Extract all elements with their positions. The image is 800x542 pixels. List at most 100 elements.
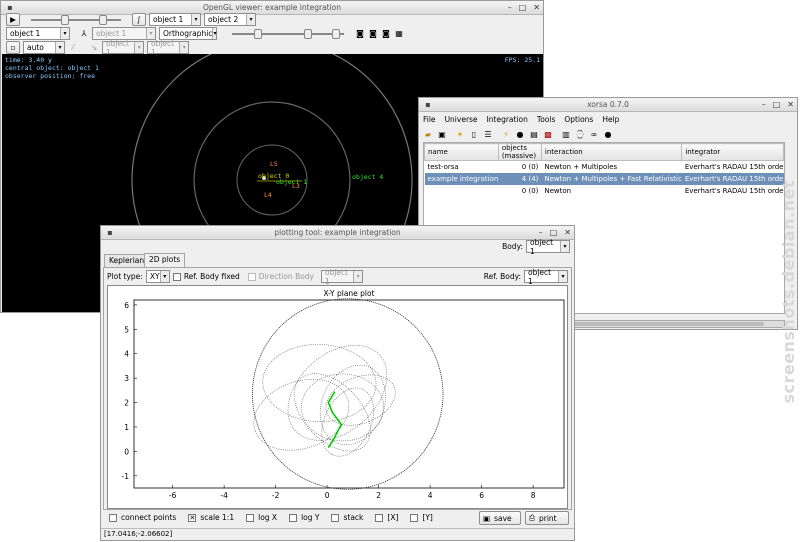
orbit-trace — [321, 387, 374, 457]
ref-body-select[interactable]: object 1 ▾ — [524, 268, 568, 286]
col-name[interactable]: name — [424, 143, 499, 161]
save-button[interactable]: ▣ save — [479, 511, 521, 525]
view-toggle-button[interactable]: ▫ — [6, 41, 20, 54]
table-row[interactable]: test-orsa 0 (0) Newton + Multipoles Ever… — [425, 161, 784, 173]
overlay-fps: FPS: 25.1 — [504, 56, 540, 64]
xorsa-titlebar[interactable]: ▪ xorsa 0.7.0 – □ ✕ — [419, 98, 797, 112]
col-integrator[interactable]: integrator — [681, 143, 784, 161]
connect-points-checkbox[interactable] — [109, 513, 117, 522]
plot-frame — [133, 299, 565, 489]
delete-icon[interactable]: ▩ — [543, 129, 553, 139]
cell-objects: 0 (0) — [521, 162, 539, 171]
time-slider[interactable] — [31, 14, 121, 25]
tab-keplerian[interactable]: Keplerian — [104, 254, 150, 267]
plot-titlebar[interactable]: ▪ plotting tool: example integration – □… — [101, 226, 574, 240]
plot-type-label: Plot type: — [107, 272, 143, 281]
plot-type-select[interactable]: XY ▾ — [145, 270, 170, 283]
bomb-icon[interactable]: ● — [603, 129, 613, 139]
log-y-checkbox[interactable] — [289, 513, 298, 522]
scale-label: scale 1:1 — [200, 513, 235, 522]
opengl-icon[interactable]: ⌚ — [575, 129, 585, 139]
table-row-selected[interactable]: example integration 4 (4) Newton + Multi… — [424, 172, 784, 185]
y-bracket-checkbox[interactable] — [410, 513, 419, 522]
camera-icon-2[interactable]: ◙ — [368, 29, 378, 39]
minimize-icon[interactable]: – — [762, 98, 766, 112]
close-icon[interactable]: ✕ — [564, 226, 571, 240]
log-x-checkbox[interactable] — [246, 513, 255, 522]
camera-icon-1[interactable]: ◙ — [355, 29, 365, 39]
xorsa-title: xorsa 0.7.0 — [587, 100, 629, 109]
orbit-trace — [325, 374, 396, 426]
y-tick-label: 0 — [124, 447, 129, 456]
orbit-toggle-button[interactable]: ∫ — [132, 13, 146, 26]
integrate-icon[interactable]: ⚡ — [501, 129, 511, 139]
x-bracket-checkbox[interactable] — [375, 513, 384, 522]
menu-options[interactable]: Options — [564, 115, 593, 124]
body-select[interactable]: object 1 ▾ — [526, 238, 570, 256]
auto-select[interactable]: auto ▾ — [23, 41, 65, 54]
tab-2d-plots[interactable]: 2D plots — [144, 253, 186, 267]
cursor-coordinates: [17.0416;-2.06602] — [104, 530, 173, 538]
menu-universe[interactable]: Universe — [445, 115, 478, 124]
stack-checkbox[interactable] — [331, 513, 340, 522]
window-menu-icon[interactable]: ▪ — [5, 3, 15, 13]
menu-tools[interactable]: Tools — [537, 115, 555, 124]
play-button[interactable]: ▶ — [6, 13, 20, 26]
ref-body-fixed-checkbox[interactable] — [172, 272, 181, 281]
window-menu-icon[interactable]: ▪ — [105, 228, 115, 238]
open-icon[interactable]: ▰ — [423, 129, 433, 139]
edit-icon[interactable]: ▤ — [529, 129, 539, 139]
document-icon[interactable]: ▯ — [469, 129, 479, 139]
camera-icon-3[interactable]: ◙ — [381, 29, 391, 39]
table-row[interactable]: 0 (0) Newton Everhart's RADAU 15th orde — [425, 185, 784, 197]
x-tick-label: 6 — [479, 491, 484, 500]
film-icon[interactable]: ▦ — [394, 29, 404, 39]
window-menu-icon[interactable]: ▪ — [423, 100, 433, 110]
connect-points-label: connect points — [121, 513, 177, 522]
center-object-select[interactable]: object 1 ▾ — [6, 27, 70, 40]
print-icon: ⎙ — [529, 513, 535, 522]
vector-icon: ↘ — [90, 43, 98, 52]
scale-checkbox[interactable]: ✕ — [188, 513, 197, 522]
object-b-select[interactable]: object 2 ▾ — [204, 13, 256, 26]
overlay-central: central object: object 1 — [5, 64, 99, 72]
scrollbar-thumb[interactable] — [574, 322, 764, 326]
x-tick-label: -4 — [220, 491, 228, 500]
object-a-select[interactable]: object 1 ▾ — [149, 13, 201, 26]
close-icon[interactable]: ✕ — [787, 98, 794, 112]
cell-objects: 0 (0) — [521, 186, 539, 195]
y-bracket-label: [Y] — [422, 513, 433, 522]
scene-label-l4: L4 — [264, 191, 272, 199]
print-button[interactable]: ⎙ print — [525, 511, 569, 525]
y-tick-label: 1 — [124, 423, 129, 432]
menu-help[interactable]: Help — [602, 115, 619, 124]
ref-body-fixed-label: Ref. Body fixed — [183, 272, 240, 281]
plot-area[interactable]: X-Y plane plot -6 -4 -2 0 2 4 6 8 -1 0 1 2 3 4 5 6 — [107, 285, 568, 509]
pencil-icon: ⁄ — [72, 43, 74, 52]
close-icon[interactable]: ✕ — [533, 1, 540, 15]
direction-body-label: Direction Body — [258, 272, 314, 281]
xy-plot-svg: X-Y plane plot -6 -4 -2 0 2 4 6 8 -1 0 1 2 3 4 5 6 — [122, 289, 565, 500]
overlay-observer: observer position: free — [5, 72, 96, 80]
tools-icon[interactable]: ▥ — [561, 129, 571, 139]
zoom-slider[interactable] — [232, 28, 344, 39]
opengl-title: OpenGL viewer: example integration — [202, 3, 342, 12]
stop-icon[interactable]: ● — [515, 129, 525, 139]
col-interaction[interactable]: interaction — [540, 143, 683, 161]
orbit-large-circle — [252, 298, 444, 490]
cell-interaction: Newton + Multipoles — [544, 162, 618, 171]
new-universe-icon[interactable]: ✶ — [455, 129, 465, 139]
minimize-icon[interactable]: – — [508, 1, 512, 15]
properties-icon[interactable]: ☰ — [483, 129, 493, 139]
menu-file[interactable]: File — [423, 115, 436, 124]
col-objects[interactable]: objects (massive) — [497, 143, 542, 161]
plot-icon[interactable]: ∞ — [589, 129, 599, 139]
horizontal-scrollbar[interactable] — [569, 320, 785, 328]
menu-integration[interactable]: Integration — [487, 115, 528, 124]
maximize-icon[interactable]: □ — [773, 98, 781, 112]
axes-icon[interactable]: ⅄ — [79, 29, 89, 39]
maximize-icon[interactable]: □ — [519, 1, 527, 15]
body-label: Body: — [502, 242, 523, 251]
save-icon[interactable]: ▣ — [437, 129, 447, 139]
small-select-2: object 1 ▾ — [147, 39, 189, 57]
